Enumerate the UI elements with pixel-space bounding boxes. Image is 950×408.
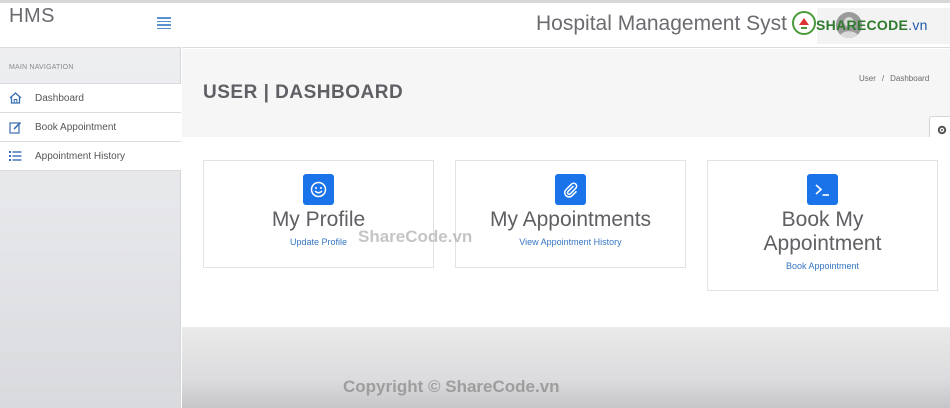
sidebar-item-label: Appointment History [35,150,126,162]
sharecode-logo-text: SHARECODE.vn [816,17,928,33]
top-header: Hospital Management Syst SHARECODE.vn [182,3,950,48]
card-title: My Profile [271,208,366,231]
breadcrumb-separator: / [881,74,885,83]
sharecode-logo: SHARECODE.vn [792,10,928,40]
app-title: Hospital Management Syst [536,12,787,35]
card-my-appointments: My Appointments View Appointment History [455,160,686,268]
main-content: USER | DASHBOARD User / Dashboard My Pro… [182,49,950,408]
card-title: Book My Appointment [763,208,882,255]
sharecode-logo-icon [792,10,816,40]
list-icon [8,149,22,163]
smile-icon [303,174,334,205]
home-icon [8,91,22,105]
breadcrumb-dashboard: Dashboard [890,74,930,83]
sidebar-item-appointment-history[interactable]: Appointment History [0,142,181,171]
sidebar-item-book-appointment[interactable]: Book Appointment [0,113,181,142]
update-profile-link[interactable]: Update Profile [290,237,347,247]
book-appointment-link[interactable]: Book Appointment [786,261,859,271]
page-title: USER | DASHBOARD [203,82,404,103]
brand-bar: HMS [0,3,181,48]
view-appointment-history-link[interactable]: View Appointment History [519,237,621,247]
sidebar-item-label: Dashboard [35,92,84,104]
dashboard-panel: My Profile Update Profile My Appointment… [182,137,950,327]
breadcrumb-user[interactable]: User [859,74,876,83]
menu-toggle-icon[interactable] [157,17,171,29]
nav-list: Dashboard Book Appointment Appointment H… [0,83,181,171]
sidebar-item-dashboard[interactable]: Dashboard [0,84,181,113]
sidebar-item-label: Book Appointment [35,121,117,133]
brand-logo[interactable]: HMS [9,5,55,28]
terminal-icon [807,174,838,205]
paperclip-icon [555,174,586,205]
breadcrumb: User / Dashboard [859,74,929,83]
edit-icon [8,120,22,134]
card-title: My Appointments [489,208,652,231]
card-book-appointment: Book My Appointment Book Appointment [707,160,938,291]
sidebar: HMS MAIN NAVIGATION Dashboard Book Appoi… [0,3,181,408]
card-my-profile: My Profile Update Profile [203,160,434,268]
nav-heading: MAIN NAVIGATION [9,64,74,71]
